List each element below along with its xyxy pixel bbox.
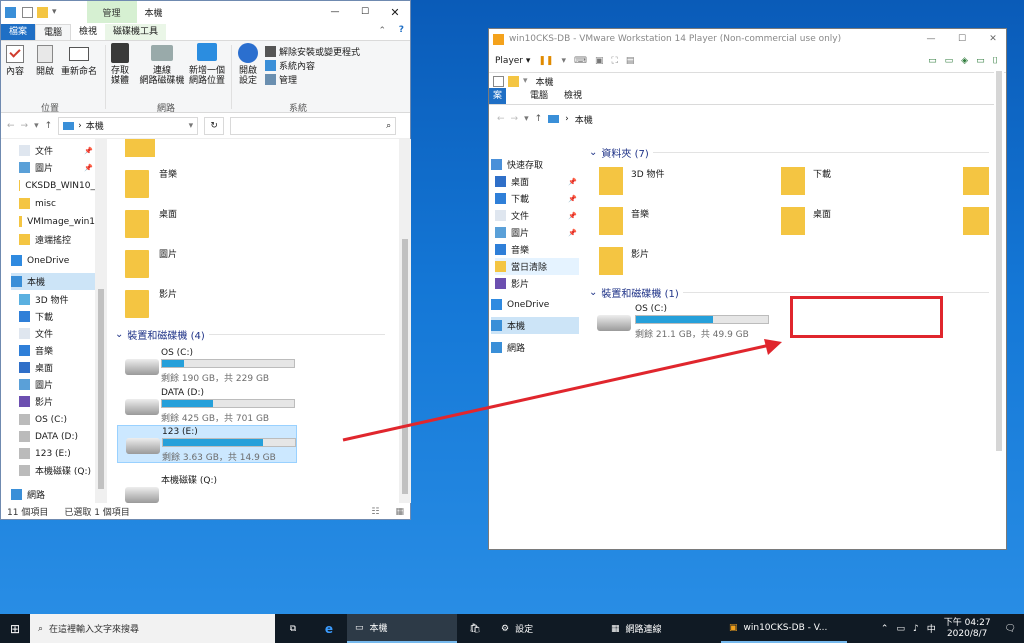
task-view-button[interactable]: ⧉: [275, 614, 311, 643]
store-icon: 🛍: [469, 623, 481, 634]
taskbar-search-placeholder: 在這裡輸入文字來搜尋: [49, 625, 140, 635]
arrow-head: [764, 339, 782, 355]
taskbar-app-label: win10CKS-DB - V...: [743, 622, 828, 633]
start-button[interactable]: ⊞: [0, 614, 30, 643]
taskbar: ⊞ ⌕ 在這裡輸入文字來搜尋 ⧉ e ▭ 本機 🛍 ⚙ 設定 ▦ 網路連線 ▣ win1…: [0, 614, 1024, 643]
taskbar-app-label: 網路連線: [625, 625, 662, 635]
taskbar-app-vmware[interactable]: ▣ win10CKS-DB - V...: [721, 614, 847, 643]
taskbar-app-this-pc[interactable]: ▭ 本機: [347, 614, 457, 643]
taskbar-app-label: 設定: [515, 625, 534, 635]
taskbar-search-box[interactable]: ⌕ 在這裡輸入文字來搜尋: [30, 614, 275, 643]
tray-chevron-icon[interactable]: ⌃: [881, 624, 889, 634]
ime-indicator[interactable]: 中: [927, 622, 936, 635]
clock-date: 2020/8/7: [946, 628, 988, 639]
store-button[interactable]: 🛍: [457, 614, 493, 643]
vmware-taskbar-icon: ▣: [729, 622, 738, 633]
taskbar-app-network-connections[interactable]: ▦ 網路連線: [603, 614, 721, 643]
task-view-icon: ⧉: [289, 623, 297, 634]
taskbar-app-label: 本機: [369, 624, 388, 634]
this-pc-icon: ▭: [355, 622, 364, 633]
clock-time: 下午 04:27: [943, 617, 991, 628]
network-connections-icon: ▦: [611, 623, 620, 634]
edge-icon: e: [324, 621, 334, 636]
annotation-arrow: [342, 339, 782, 442]
search-icon: ⌕: [38, 623, 44, 634]
edge-button[interactable]: e: [311, 614, 347, 643]
arrow-line: [342, 343, 771, 442]
tray-volume-icon[interactable]: ♪: [913, 624, 919, 634]
taskbar-app-settings[interactable]: ⚙ 設定: [493, 614, 603, 643]
action-center-icon[interactable]: 🗨: [1005, 624, 1016, 634]
windows-logo-icon: ⊞: [9, 621, 21, 636]
clock[interactable]: 下午 04:27 2020/8/7: [944, 618, 991, 640]
settings-gear-icon: ⚙: [501, 623, 510, 634]
system-tray: ⌃ ▭ ♪ 中 下午 04:27 2020/8/7 🗨: [873, 614, 1024, 643]
tray-network-icon[interactable]: ▭: [896, 624, 905, 634]
